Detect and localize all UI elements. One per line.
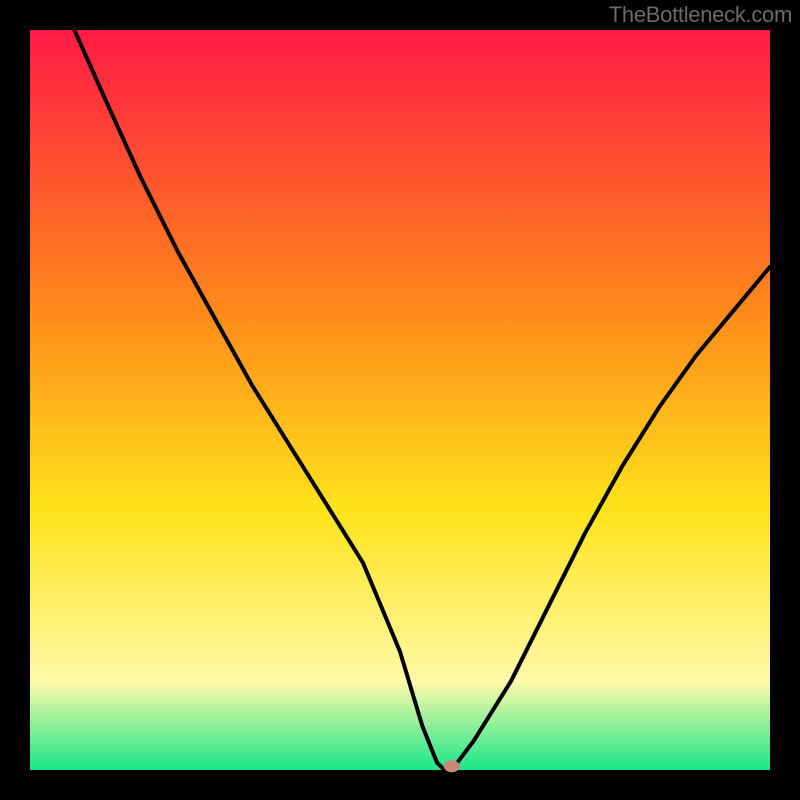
- optimal-point-marker: [444, 760, 460, 772]
- bottleneck-chart: TheBottleneck.com: [0, 0, 800, 800]
- watermark-text: TheBottleneck.com: [609, 2, 792, 28]
- chart-svg: [0, 0, 800, 800]
- plot-background: [30, 30, 770, 770]
